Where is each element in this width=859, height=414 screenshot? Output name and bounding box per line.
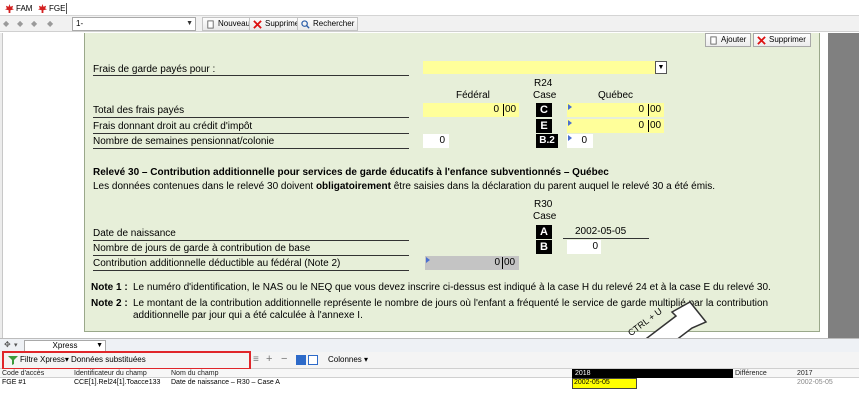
form-delete-button[interactable]: Supprimer — [753, 33, 811, 47]
credit-underline — [93, 133, 409, 134]
total-federal-field[interactable]: 0 00 — [423, 103, 519, 117]
r30-box-a: A — [536, 225, 552, 239]
federal-header: Fédéral — [456, 90, 490, 101]
r30-title: Relevé 30 – Contribution additionnelle p… — [93, 167, 609, 178]
r30-box-b: B — [536, 240, 552, 254]
xpress-bar: ✥ ▾ Xpress ▼ — [0, 338, 859, 352]
filter-highlight-box — [2, 351, 251, 370]
r24-box-c: C — [536, 103, 552, 117]
prev-arrow-icon[interactable]: ◆ — [17, 19, 23, 29]
next-arrow-icon[interactable]: ◆ — [31, 19, 37, 29]
form-instance-select[interactable]: 1- ▼ — [72, 17, 196, 31]
field-marker — [568, 135, 572, 141]
tab-fge[interactable]: FGE — [37, 2, 65, 15]
additional-contribution-field: 0 00 — [425, 256, 519, 270]
new-button[interactable]: Nouveau — [202, 17, 255, 31]
close-icon — [253, 20, 262, 29]
tab-divider — [66, 3, 67, 14]
col-2017[interactable]: 2017 — [797, 369, 813, 378]
note2-text-line2: additionnelle par jour qui a été calculé… — [133, 310, 363, 321]
search-button[interactable]: Rechercher — [297, 17, 359, 31]
chevron-down-icon: ▼ — [655, 61, 667, 74]
col-difference[interactable]: Différence — [735, 369, 767, 378]
document-tabs: FAM FGE — [0, 0, 859, 16]
col-access-code[interactable]: Code d'accès — [2, 369, 44, 378]
r24-box-e: E — [536, 119, 552, 133]
col-field-name[interactable]: Nom du champ — [171, 369, 218, 378]
r30-description: Les données contenues dans le relevé 30 … — [93, 181, 716, 192]
note2-label: Note 2 : — [91, 298, 128, 309]
r30-header: R30 — [534, 199, 553, 210]
search-icon — [301, 20, 310, 29]
document-icon — [710, 36, 717, 45]
close-icon — [757, 36, 766, 45]
field-marker — [568, 120, 572, 126]
birth-date-field[interactable]: 2002-05-05 — [563, 225, 649, 239]
move-icon[interactable]: ✥ — [4, 340, 11, 349]
add-button[interactable]: Ajouter — [705, 33, 752, 47]
note1-label: Note 1 : — [91, 282, 128, 293]
tab-fam[interactable]: FAM — [4, 2, 32, 15]
col-2018: 2018 — [575, 370, 591, 377]
r24-case-header: Case — [533, 90, 557, 101]
note1-text: Le numéro d'identification, le NAS ou le… — [133, 282, 771, 293]
grid-empty-area — [0, 389, 859, 414]
weeks-underline — [93, 148, 409, 149]
view-toggle-icon[interactable] — [296, 355, 306, 365]
weeks-quebec-field[interactable]: 0 — [567, 134, 593, 148]
maple-leaf-icon — [38, 4, 47, 13]
basic-days-label: Nombre de jours de garde à contribution … — [93, 243, 311, 254]
table-row[interactable]: FGE #1 CCE[1].Rel24[1].Toacce133 Date de… — [0, 378, 859, 388]
additional-contribution-label: Contribution additionnelle déductible au… — [93, 258, 341, 269]
weeks-federal-field[interactable]: 0 — [423, 134, 449, 148]
row-2018-value-cell[interactable]: 2002-05-05 — [572, 378, 637, 389]
row-field-id: CCE[1].Rel24[1].Toacce133 — [74, 379, 161, 386]
row-access-code: FGE #1 — [2, 379, 27, 386]
paid-for-dropdown[interactable]: ▼ — [423, 61, 667, 74]
days-underline — [93, 255, 409, 256]
field-marker — [568, 104, 572, 110]
r30-case-header: Case — [533, 211, 557, 222]
view-toggle-alt-icon[interactable] — [308, 355, 318, 365]
col-field-id[interactable]: Identificateur du champ — [74, 369, 147, 378]
last-arrow-icon[interactable]: ◆ — [47, 19, 53, 29]
credit-fees-label: Frais donnant droit au crédit d'impôt — [93, 121, 253, 132]
col-2018-block[interactable]: 2018 — [572, 369, 733, 378]
minus-icon[interactable]: − — [281, 353, 287, 365]
row-2018-value: 2002-05-05 — [574, 379, 610, 386]
field-marker — [426, 257, 430, 263]
left-splitter[interactable] — [0, 33, 3, 338]
columns-button[interactable]: Colonnes ▾ — [328, 355, 368, 365]
total-underline — [93, 117, 409, 118]
document-icon — [207, 20, 214, 29]
basic-days-field[interactable]: 0 — [567, 240, 601, 254]
row-2017-value: 2002-05-05 — [797, 379, 833, 386]
right-gutter — [828, 33, 859, 338]
r24-box-b2: B.2 — [536, 134, 558, 148]
chevron-down-icon: ▼ — [96, 342, 103, 349]
maple-leaf-icon — [5, 4, 14, 13]
total-quebec-field[interactable]: 0 00 — [567, 103, 664, 117]
first-arrow-icon[interactable]: ◆ — [3, 19, 9, 29]
contrib-underline — [93, 270, 409, 271]
total-fees-label: Total des frais payés — [93, 105, 185, 116]
quebec-header: Québec — [598, 90, 634, 101]
birth-underline — [93, 240, 409, 241]
row-field-name: Date de naissance – R30 – Case A — [171, 379, 280, 386]
chevron-down-icon: ▼ — [186, 20, 193, 27]
dropdown-small-icon[interactable]: ▾ — [14, 341, 18, 349]
form-toolbar: ◆ ◆ ◆ ◆ 1- ▼ Nouveau Supprimer Recherche… — [0, 16, 859, 32]
birth-date-label: Date de naissance — [93, 228, 176, 239]
credit-quebec-field[interactable]: 0 00 — [567, 119, 664, 133]
form-panel: Ajouter Supprimer Frais de garde payés p… — [84, 33, 820, 332]
r24-header: R24 — [534, 78, 553, 89]
weeks-label: Nombre de semaines pensionnat/colonie — [93, 136, 275, 147]
paid-for-underline — [93, 75, 409, 76]
list-icon[interactable]: ≡ — [253, 354, 259, 365]
plus-icon[interactable]: + — [266, 353, 272, 365]
